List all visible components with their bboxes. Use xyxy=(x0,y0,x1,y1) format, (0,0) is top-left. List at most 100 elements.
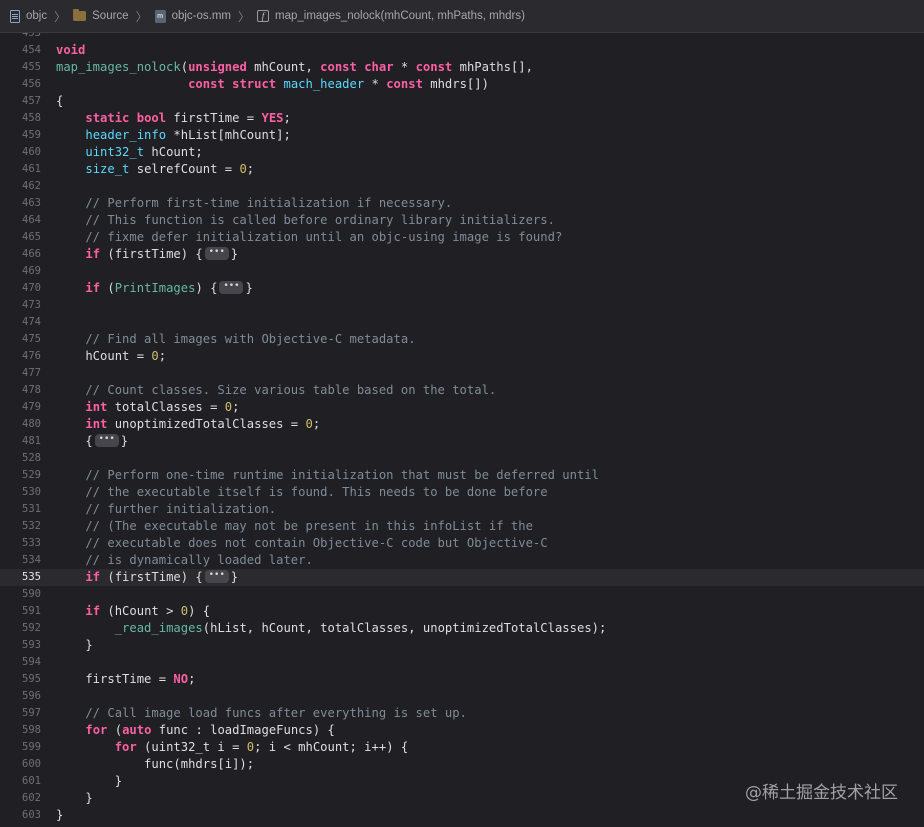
code-line[interactable]: 463 // Perform first-time initialization… xyxy=(0,195,924,212)
code-line[interactable]: 533 // executable does not contain Objec… xyxy=(0,535,924,552)
line-number: 455 xyxy=(22,61,41,73)
code-token: 0 xyxy=(239,162,247,176)
code-text: if (PrintImages) {•••} xyxy=(56,280,253,297)
line-number: 531 xyxy=(22,503,41,515)
code-text: // Count classes. Size various table bas… xyxy=(56,382,496,399)
code-line[interactable]: 479 int totalClasses = 0; xyxy=(0,399,924,416)
code-token: if xyxy=(85,281,101,295)
code-line[interactable]: 593 } xyxy=(0,637,924,654)
code-line[interactable]: 590 xyxy=(0,586,924,603)
project-file-icon xyxy=(10,9,20,23)
watermark: @稀土掘金技术社区 xyxy=(745,783,898,803)
code-line[interactable]: 531 // further initialization. xyxy=(0,501,924,518)
code-line[interactable]: 457 { xyxy=(0,93,924,110)
code-token: uint32_t xyxy=(85,145,145,159)
breadcrumb-project[interactable]: objc xyxy=(10,9,47,23)
code-token: } xyxy=(230,247,239,261)
code-token: ; xyxy=(283,111,291,125)
code-token: auto xyxy=(122,723,152,737)
code-line[interactable]: 529 // Perform one-time runtime initiali… xyxy=(0,467,924,484)
code-text: // This function is called before ordina… xyxy=(56,212,555,229)
code-line[interactable]: 456 const struct mach_header * const mhd… xyxy=(0,76,924,93)
code-line[interactable]: 466 if (firstTime) {•••} xyxy=(0,246,924,263)
code-line[interactable]: 592 _read_images(hList, hCount, totalCla… xyxy=(0,620,924,637)
code-line[interactable]: 459 header_info *hList[mhCount]; xyxy=(0,127,924,144)
line-number: 479 xyxy=(22,401,41,413)
code-line[interactable]: 591 if (hCount > 0) { xyxy=(0,603,924,620)
mm-file-icon: m xyxy=(154,9,166,23)
line-number: 456 xyxy=(22,78,41,90)
code-line[interactable]: 462 xyxy=(0,178,924,195)
code-text: size_t selrefCount = 0; xyxy=(56,161,254,178)
code-text: if (firstTime) {•••} xyxy=(56,569,238,586)
breadcrumb-file-label: objc-os.mm xyxy=(171,10,232,22)
code-line[interactable]: 597 // Call image load funcs after every… xyxy=(0,705,924,722)
chevron-right-icon: 〉 xyxy=(54,9,67,24)
code-text: // Perform one-time runtime initializati… xyxy=(56,467,599,484)
code-line[interactable]: 458 static bool firstTime = YES; xyxy=(0,110,924,127)
code-token: const xyxy=(188,77,225,91)
line-number: 481 xyxy=(22,435,41,447)
code-line[interactable]: 598 for (auto func : loadImageFuncs) { xyxy=(0,722,924,739)
line-number: 532 xyxy=(22,520,41,532)
line-number: 476 xyxy=(22,350,41,362)
code-line[interactable]: 599 for (uint32_t i = 0; i < mhCount; i+… xyxy=(0,739,924,756)
code-line[interactable]: 465 // fixme defer initialization until … xyxy=(0,229,924,246)
code-token: hCount; xyxy=(144,145,203,159)
code-line[interactable]: 461 size_t selrefCount = 0; xyxy=(0,161,924,178)
line-number: 474 xyxy=(22,316,41,328)
code-line[interactable]: 476 hCount = 0; xyxy=(0,348,924,365)
code-token: size_t xyxy=(85,162,130,176)
code-line[interactable]: 469 xyxy=(0,263,924,280)
code-line[interactable]: 473 xyxy=(0,297,924,314)
breadcrumb-folder[interactable]: Source xyxy=(73,9,129,22)
folded-code-ellipsis[interactable]: ••• xyxy=(94,434,119,447)
folded-code-ellipsis[interactable]: ••• xyxy=(219,281,244,294)
code-line[interactable]: 474 xyxy=(0,314,924,331)
folded-code-ellipsis[interactable]: ••• xyxy=(204,247,229,260)
source-editor[interactable]: 453 454 void 455 map_images_nolock(unsigned … xyxy=(0,33,924,827)
code-token: totalClasses = xyxy=(107,400,225,414)
code-line[interactable]: 528 xyxy=(0,450,924,467)
code-token: unoptimizedTotalClasses = xyxy=(107,417,306,431)
code-token: int xyxy=(85,400,108,414)
code-text: } xyxy=(56,790,92,807)
code-line[interactable]: 594 xyxy=(0,654,924,671)
code-line[interactable]: 481 {•••} xyxy=(0,433,924,450)
code-line[interactable]: 535 if (firstTime) {•••} xyxy=(0,569,924,586)
line-number: 477 xyxy=(22,367,41,379)
code-token: if xyxy=(85,247,101,261)
code-line[interactable]: 596 xyxy=(0,688,924,705)
code-line[interactable]: 453 xyxy=(0,33,924,42)
code-line[interactable]: 455 map_images_nolock(unsigned mhCount, c… xyxy=(0,59,924,76)
code-line[interactable]: 603} xyxy=(0,807,924,824)
code-line[interactable]: 534 // is dynamically loaded later. xyxy=(0,552,924,569)
line-number: 469 xyxy=(22,265,41,277)
code-line[interactable]: 595 firstTime = NO; xyxy=(0,671,924,688)
breadcrumb-file[interactable]: m objc-os.mm xyxy=(154,9,232,23)
code-line[interactable]: 470 if (PrintImages) {•••} xyxy=(0,280,924,297)
line-number: 473 xyxy=(22,299,41,311)
code-token: for xyxy=(85,723,108,737)
code-line[interactable]: 478 // Count classes. Size various table… xyxy=(0,382,924,399)
code-line[interactable]: 480 int unoptimizedTotalClasses = 0; xyxy=(0,416,924,433)
line-number: 603 xyxy=(22,809,41,821)
breadcrumb-function[interactable]: f map_images_nolock(mhCount, mhPaths, mh… xyxy=(257,10,525,22)
code-line[interactable]: 464 // This function is called before or… xyxy=(0,212,924,229)
code-line[interactable]: 477 xyxy=(0,365,924,382)
folded-code-ellipsis[interactable]: ••• xyxy=(204,570,229,583)
code-line[interactable]: 532 // (The executable may not be presen… xyxy=(0,518,924,535)
code-token: 0 xyxy=(305,417,313,431)
code-line[interactable]: 530 // the executable itself is found. T… xyxy=(0,484,924,501)
code-text: map_images_nolock(unsigned mhCount, cons… xyxy=(56,59,533,76)
code-line[interactable]: 460 uint32_t hCount; xyxy=(0,144,924,161)
code-line[interactable]: 600 func(mhdrs[i]); xyxy=(0,756,924,773)
code-line[interactable]: 454 void xyxy=(0,42,924,59)
code-line[interactable]: 475 // Find all images with Objective-C … xyxy=(0,331,924,348)
